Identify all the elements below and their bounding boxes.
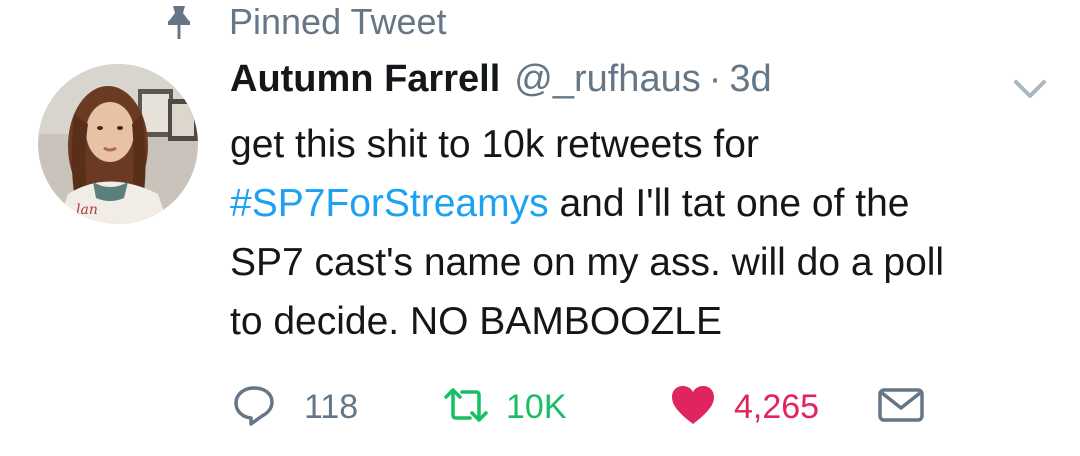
author-handle[interactable]: @_rufhaus <box>514 58 700 101</box>
header-separator: · <box>708 58 722 100</box>
reply-count: 118 <box>304 387 359 426</box>
tweet-text-line: to decide. NO BAMBOOZLE <box>230 300 723 343</box>
reply-button[interactable]: 118 <box>232 380 358 434</box>
hashtag-link[interactable]: #SP7ForStreamys <box>230 182 549 225</box>
tweet-text-fragment: and I'll tat one of the <box>548 182 910 225</box>
tweet-text-line: #SP7ForStreamys and I'll tat one of the <box>230 174 1060 233</box>
chevron-down-icon[interactable] <box>1010 75 1050 103</box>
heart-icon <box>670 384 716 431</box>
like-button[interactable]: 4,265 <box>670 380 819 434</box>
reply-icon <box>232 383 276 432</box>
retweet-button[interactable]: 10K <box>442 380 567 434</box>
tweet-text-line: get this shit to 10k retweets for <box>230 123 759 166</box>
pinned-tweet-label: Pinned Tweet <box>229 1 447 42</box>
retweet-icon <box>442 385 490 430</box>
pin-icon <box>165 2 193 42</box>
retweet-count: 10K <box>506 387 567 426</box>
like-count: 4,265 <box>734 387 820 426</box>
tweet-header: Autumn Farrell @_rufhaus · 3d <box>230 58 772 112</box>
pinned-tweet-indicator: Pinned Tweet <box>165 0 447 44</box>
tweet-text-line: SP7 cast's name on my ass. will do a pol… <box>230 241 945 284</box>
tweet-actions: 118 10K 4,265 <box>232 380 952 434</box>
avatar[interactable]: lan <box>38 64 198 224</box>
tweet-timestamp[interactable]: 3d <box>729 58 771 101</box>
tweet-text: get this shit to 10k retweets for #SP7Fo… <box>230 115 1060 351</box>
author-name[interactable]: Autumn Farrell <box>230 58 500 101</box>
direct-message-button[interactable] <box>877 380 925 434</box>
svg-text:lan: lan <box>76 202 98 218</box>
envelope-icon <box>877 385 925 430</box>
